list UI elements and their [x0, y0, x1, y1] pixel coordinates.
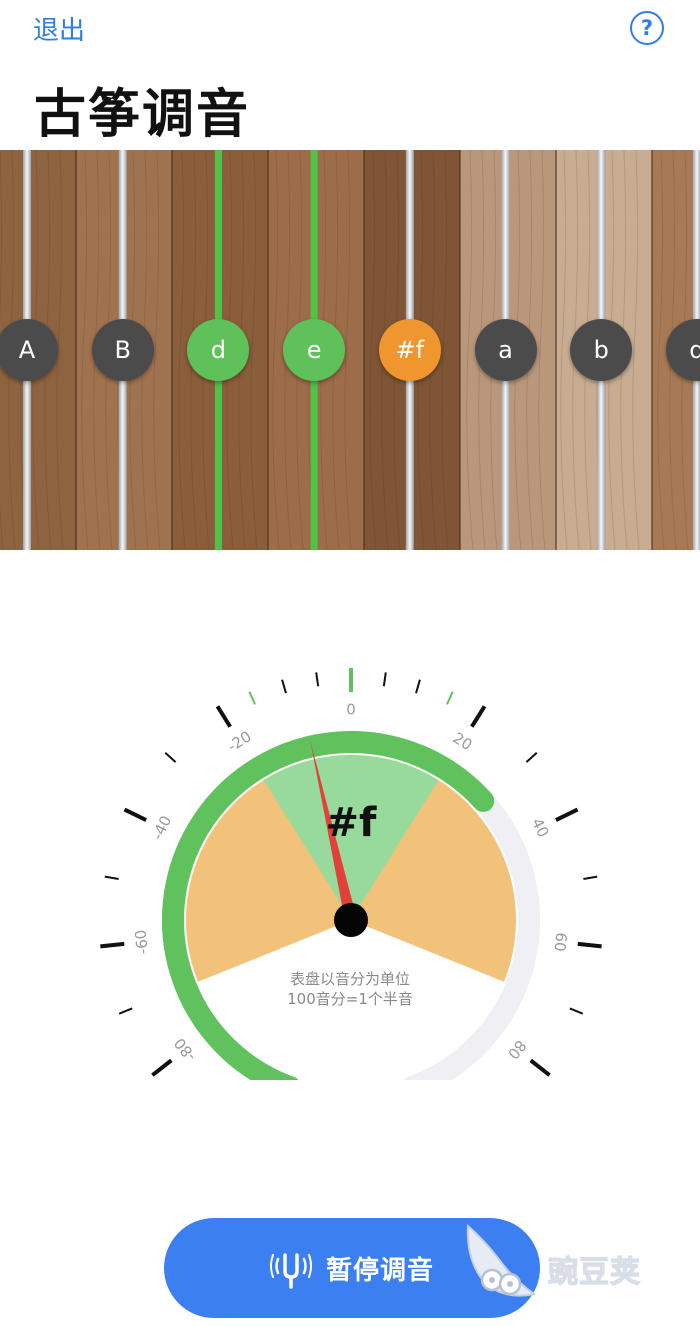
gauge-tick: [215, 705, 232, 728]
gauge-note-label: #f: [325, 800, 377, 846]
gauge-tick: [569, 1007, 584, 1015]
help-button[interactable]: ?: [630, 11, 664, 45]
gauge-tick: [382, 672, 387, 687]
exit-link[interactable]: 退出: [33, 10, 85, 47]
gauge-tick-label: 40: [528, 815, 553, 840]
page-title: 古筝调音: [34, 85, 251, 145]
gauge-tick-label: 0: [346, 701, 356, 719]
note-button-3[interactable]: d: [187, 319, 250, 381]
gauge-tick: [104, 875, 119, 881]
tuning-gauge: -100-80-60-40-20020406080100 #f 表盘以音分为单位…: [0, 560, 700, 1158]
gauge-tick-label: -60: [131, 929, 151, 955]
gauge-tick: [248, 691, 256, 705]
gauge-tick-label: 20: [450, 729, 476, 754]
note-button-2[interactable]: B: [91, 319, 154, 381]
gauge-tick: [100, 941, 125, 949]
gauge-tick: [281, 679, 287, 694]
gauge-tick: [470, 705, 487, 728]
zither-board: A Bd e #f a b d: [0, 150, 700, 550]
gauge-pivot: [334, 903, 368, 937]
pause-tuning-label: 暂停调音: [325, 1255, 434, 1286]
gauge-tick: [315, 672, 320, 687]
gauge-tick-label: 80: [504, 1037, 530, 1063]
gauge-tick: [415, 679, 421, 694]
gauge-tick: [446, 691, 454, 705]
gauge-tick: [525, 751, 538, 763]
gauge-caption-line1: 表盘以音分为单位: [289, 970, 410, 988]
gauge-tick: [555, 807, 579, 822]
note-button-6[interactable]: a: [474, 319, 537, 381]
gauge-tick: [529, 1058, 551, 1077]
pea-pod-logo-icon: [466, 1223, 537, 1297]
gauge-tick-label: 60: [550, 932, 570, 953]
gauge-caption-line2: 100音分=1个半音: [287, 990, 413, 1008]
gauge-tick: [583, 875, 598, 881]
note-button-4[interactable]: e: [283, 319, 346, 381]
gauge-tick-label: -80: [170, 1034, 199, 1064]
tuning-fork-icon: [269, 1253, 312, 1289]
gauge-tick: [164, 751, 177, 763]
gauge-tick: [118, 1007, 133, 1015]
gauge-tick-label: -20: [224, 727, 254, 755]
note-button-5[interactable]: #f: [378, 319, 441, 381]
note-button-7[interactable]: b: [570, 319, 633, 381]
gauge-tick: [123, 807, 147, 822]
watermark-text: 豌豆荚: [547, 1254, 641, 1290]
gauge-tick: [577, 941, 602, 949]
gauge-tick: [151, 1058, 173, 1077]
gauge-tick-label: -40: [148, 813, 175, 843]
